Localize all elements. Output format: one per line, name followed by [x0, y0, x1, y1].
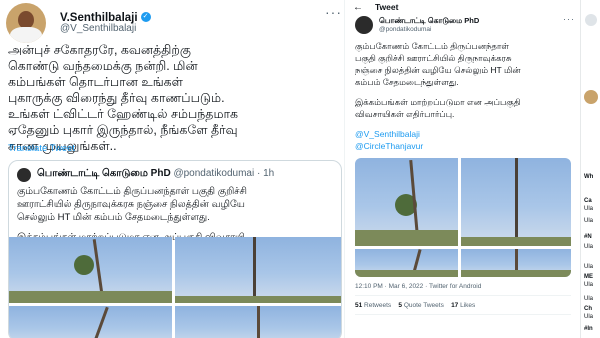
- tweet-stats: 51 Retweets 5 Quote Tweets 17 Likes: [355, 302, 475, 309]
- detail-photo-2[interactable]: [461, 158, 571, 246]
- tweet-body: அன்புச் சகோதரரே, கவனத்திற்கு கொண்டு வந்த…: [8, 42, 340, 154]
- retweets-stat[interactable]: 51 Retweets: [355, 302, 391, 309]
- divider: [355, 295, 571, 296]
- likes-stat[interactable]: 17 Likes: [451, 302, 475, 309]
- detail-photo-1[interactable]: [355, 158, 458, 246]
- quoted-photo-2[interactable]: [175, 237, 341, 303]
- tweet-line: கொண்டு வந்தமைக்கு நன்றி. மின்: [8, 59, 198, 73]
- detail-author-handle[interactable]: @pondatikodumai: [379, 26, 432, 33]
- trend-item[interactable]: Ula: [584, 244, 593, 250]
- quoted-line: கும்பகோணம் கோட்டம் திருப்பனந்தாள் பகுதி …: [17, 186, 247, 197]
- trend-item[interactable]: #N: [584, 234, 592, 240]
- trend-item[interactable]: #In: [584, 326, 593, 332]
- trend-item[interactable]: Ula: [584, 264, 593, 270]
- quoted-photo-3[interactable]: [9, 306, 172, 338]
- trend-item[interactable]: Ula: [584, 296, 593, 302]
- verified-badge-icon: ✓: [140, 11, 151, 22]
- translate-tweet-link[interactable]: Translate Tweet: [8, 143, 75, 154]
- tweet-timestamp[interactable]: 12:10 PM · Mar 6, 2022 · Twitter for And…: [355, 283, 481, 290]
- detail-line: கும்பகோணம் கோட்டம் திருப்பனந்தாள்: [355, 41, 510, 51]
- detail-line: பகுதி குறிச்சி ஊராட்சியில் திருநாவுக்கரச…: [355, 53, 512, 63]
- trend-heading: Wh: [584, 174, 594, 180]
- tweet-line: உங்கள் ட்விட்டர் ஹேண்டில் சம்பந்தமாக: [8, 107, 239, 121]
- detail-author-name[interactable]: பொண்டாட்டி கொடுமை PhD: [379, 16, 479, 26]
- avatar[interactable]: [584, 90, 598, 104]
- trend-item[interactable]: Ula: [584, 282, 593, 288]
- detail-tweet-body: கும்பகோணம் கோட்டம் திருப்பனந்தாள் பகுதி …: [355, 40, 575, 152]
- trend-item[interactable]: Ula: [584, 314, 593, 320]
- detail-line: நஞ்சை நிலத்தின் வழியே செல்லும் HT மின்: [355, 65, 521, 75]
- quoted-author-handle[interactable]: @pondatikodumai: [173, 168, 254, 179]
- detail-author-avatar[interactable]: [355, 16, 373, 34]
- detail-photo-4[interactable]: [461, 249, 571, 277]
- detail-more-icon[interactable]: ···: [563, 14, 575, 24]
- panel-header-title: Tweet: [375, 2, 399, 12]
- mention-link[interactable]: @V_Senthilbalaji: [355, 128, 575, 140]
- quote-tweets-stat[interactable]: 5 Quote Tweets: [398, 302, 443, 309]
- back-arrow-icon[interactable]: ←: [353, 2, 363, 13]
- quoted-time: · 1h: [257, 168, 275, 179]
- tweet-line: புகாருக்கு விரைந்து தீர்வு காணப்படும்.: [8, 91, 225, 105]
- detail-line: விவசாயிகள் எதிர்பார்ப்பு.: [355, 109, 455, 119]
- quoted-tweet-body: கும்பகோணம் கோட்டம் திருப்பனந்தாள் பகுதி …: [17, 185, 335, 244]
- mention-link[interactable]: @CircleThanjavur: [355, 140, 575, 152]
- quoted-tweet-card[interactable]: பொண்டாட்டி கொடுமை PhD @pondatikodumai · …: [8, 160, 342, 338]
- tweet-line: கம்பங்கள் தொடர்பான உங்கள்: [8, 75, 183, 89]
- quoted-author-row: பொண்டாட்டி கொடுமை PhD @pondatikodumai · …: [37, 168, 274, 180]
- tweet-detail-panel: ← Tweet பொண்டாட்டி கொடுமை PhD @pondatiko…: [344, 0, 581, 338]
- quoted-photo-1[interactable]: [9, 237, 172, 303]
- search-icon[interactable]: [585, 14, 597, 26]
- trend-item[interactable]: Ula: [584, 218, 593, 224]
- trend-item[interactable]: Ca: [584, 198, 592, 204]
- tweet-screenshot-panel: V.Senthilbalaji ✓ @V_Senthilbalaji ··· அன…: [0, 0, 344, 338]
- trend-item[interactable]: Ula: [584, 206, 593, 212]
- quoted-author-name[interactable]: பொண்டாட்டி கொடுமை PhD: [37, 168, 171, 179]
- quoted-line: செல்லும் HT மின் கம்பம் சேதமடைந்துள்ளது.: [17, 212, 210, 223]
- quoted-photo-4[interactable]: [175, 306, 341, 338]
- quoted-line: ஊராட்சியில் திருநாவுக்கரசு நஞ்சை நிலத்தி…: [17, 199, 245, 210]
- detail-photo-3[interactable]: [355, 249, 458, 277]
- quoted-author-avatar[interactable]: [17, 168, 31, 182]
- trend-item[interactable]: ME: [584, 274, 593, 280]
- tweet-line: அன்புச் சகோதரரே, கவனத்திற்கு: [8, 43, 191, 57]
- trend-item[interactable]: Ch: [584, 306, 592, 312]
- detail-line: கம்பம் சேதமடைந்துள்ளது.: [355, 77, 459, 87]
- tweet-line: ஏதேனும் புகார் இருந்தால், நீங்களே தீர்வு: [8, 123, 238, 137]
- more-options-icon[interactable]: ···: [325, 4, 342, 20]
- trends-sidebar-strip: Wh Ca Ula Ula #N Ula Ula ME Ula Ula Ch U…: [580, 0, 600, 338]
- detail-line: இக்கம்பங்கள் மாற்றப்படுமா என அப்பகுதி: [355, 97, 521, 107]
- author-avatar[interactable]: [6, 3, 46, 43]
- divider: [355, 314, 571, 315]
- author-handle[interactable]: @V_Senthilbalaji: [60, 23, 136, 34]
